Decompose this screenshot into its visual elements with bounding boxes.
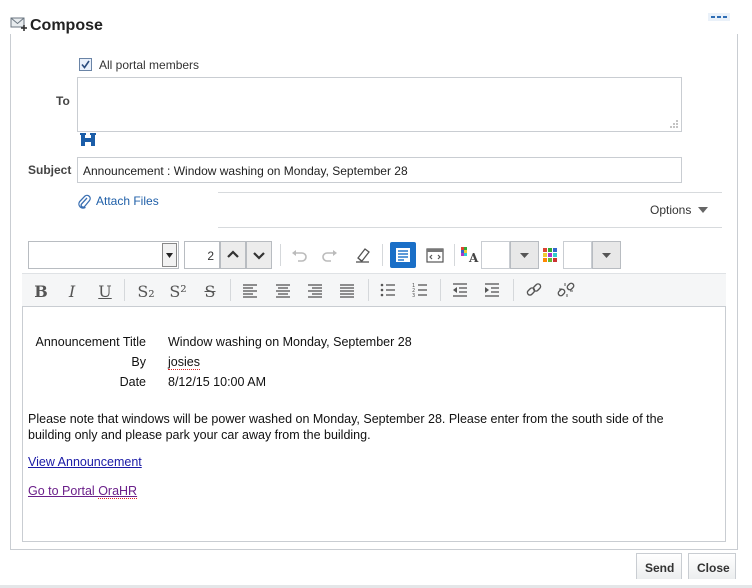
source-mode-icon[interactable] (425, 245, 445, 265)
toolbar-separator (124, 279, 125, 301)
toolbar-separator (280, 244, 281, 266)
address-book-icon[interactable] (80, 133, 96, 147)
chevron-down-icon (520, 253, 529, 258)
bold-button[interactable]: B (30, 282, 52, 301)
date-value: 8/12/15 10:00 AM (168, 375, 266, 389)
undo-icon[interactable] (289, 245, 309, 265)
bullet-list-icon[interactable] (378, 280, 398, 300)
justify-icon[interactable] (337, 280, 357, 300)
options-divider-top (218, 192, 722, 193)
format-toolbar (22, 274, 726, 306)
window-title: Compose (30, 17, 103, 34)
highlight-color-dropdown[interactable] (592, 241, 621, 269)
rich-text-mode-icon (396, 248, 410, 262)
font-select-button[interactable] (162, 243, 177, 267)
chevron-up-icon (227, 250, 239, 258)
chevron-down-icon (253, 252, 265, 260)
announcement-title-label: Announcement Title (35, 335, 147, 349)
close-button[interactable]: Close (688, 553, 736, 579)
attach-files-link[interactable]: Attach Files (96, 194, 159, 208)
toolbar-separator (382, 244, 383, 266)
font-color-icon[interactable]: A (460, 245, 480, 265)
toolbar-separator (440, 279, 441, 301)
numbered-list-icon[interactable]: 123 (410, 280, 430, 300)
message-body: Please note that windows will be power w… (28, 412, 664, 442)
font-family-select[interactable] (28, 241, 179, 269)
toolbar-separator (513, 279, 514, 301)
indent-icon[interactable] (482, 280, 502, 300)
strikethrough-button[interactable]: S (199, 282, 221, 301)
paperclip-icon[interactable] (77, 194, 91, 209)
by-value: josies (168, 355, 200, 370)
all-members-checkbox[interactable] (79, 58, 92, 71)
svg-text:3: 3 (412, 293, 415, 299)
chevron-down-icon[interactable] (698, 206, 708, 214)
link-icon[interactable] (524, 280, 544, 300)
more-actions-icon[interactable] (708, 13, 730, 21)
toolbar-separator (230, 279, 231, 301)
resize-grip-icon[interactable] (669, 119, 679, 129)
portal-link-prefix: Go to Portal (28, 484, 99, 498)
toolbar-separator (368, 279, 369, 301)
date-label: Date (119, 375, 146, 389)
font-size-down-button[interactable] (246, 241, 272, 269)
announcement-title-value: Window washing on Monday, September 28 (168, 335, 412, 349)
font-size-input[interactable]: 2 (184, 241, 220, 269)
subscript-button[interactable]: S₂ (135, 282, 157, 301)
subject-label: Subject (28, 163, 72, 177)
checkmark-icon (81, 60, 90, 69)
font-color-dropdown[interactable] (510, 241, 539, 269)
highlight-color-icon[interactable] (540, 245, 560, 265)
to-label: To (56, 94, 70, 108)
compose-mail-icon (10, 17, 27, 31)
font-color-swatch[interactable] (481, 241, 510, 269)
redo-icon[interactable] (320, 245, 340, 265)
chevron-down-icon (602, 253, 611, 258)
font-size-up-button[interactable] (220, 241, 246, 269)
underline-button[interactable]: U (94, 282, 116, 301)
align-left-icon[interactable] (240, 280, 260, 300)
unlink-icon[interactable] (556, 280, 576, 300)
all-members-label: All portal members (99, 58, 200, 72)
superscript-button[interactable]: S² (167, 282, 189, 301)
highlight-color-swatch[interactable] (563, 241, 592, 269)
outdent-icon[interactable] (450, 280, 470, 300)
align-center-icon[interactable] (273, 280, 293, 300)
go-to-portal-link[interactable]: Go to Portal OraHR (28, 484, 138, 499)
svg-text:A: A (468, 251, 479, 265)
italic-button[interactable]: I (61, 282, 83, 301)
to-field[interactable] (77, 77, 682, 132)
options-divider-bottom (218, 227, 722, 228)
align-right-icon[interactable] (305, 280, 325, 300)
by-label: By (131, 355, 146, 369)
rich-text-mode-button[interactable] (390, 242, 416, 268)
view-announcement-link[interactable]: View Announcement (28, 455, 142, 469)
send-button[interactable]: Send (636, 553, 682, 579)
subject-input[interactable]: Announcement : Window washing on Monday,… (77, 157, 682, 183)
options-toggle[interactable]: Options (650, 203, 691, 217)
chevron-down-icon (166, 253, 173, 258)
toolbar-separator (454, 244, 455, 266)
portal-link-name: OraHR (98, 484, 138, 499)
eraser-icon[interactable] (353, 245, 373, 265)
